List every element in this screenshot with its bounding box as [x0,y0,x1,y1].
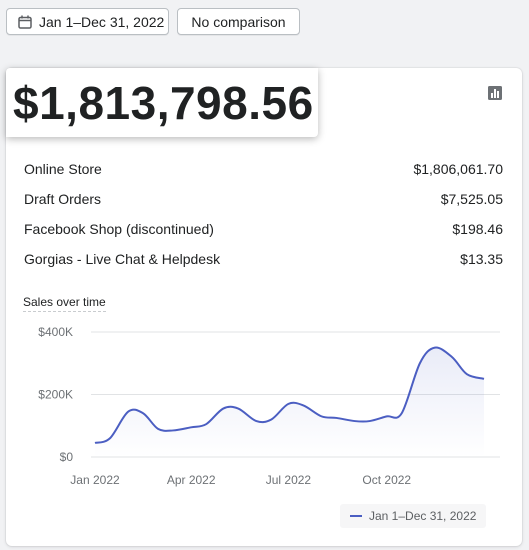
comparison-button[interactable]: No comparison [177,8,300,35]
chart-legend[interactable]: Jan 1–Dec 31, 2022 [340,504,486,528]
calendar-icon [18,15,32,29]
date-range-label: Jan 1–Dec 31, 2022 [39,13,165,30]
x-tick-label: Oct 2022 [362,473,411,487]
y-tick-label: $200K [38,388,73,402]
legend-label: Jan 1–Dec 31, 2022 [369,509,477,523]
x-tick-label: Jul 2022 [266,473,312,487]
x-tick-label: Jan 2022 [70,473,120,487]
legend-swatch [350,515,362,517]
y-tick-label: $400K [38,325,73,339]
comparison-label: No comparison [191,13,286,30]
x-tick-label: Apr 2022 [167,473,216,487]
sales-line-chart: $0 $200K $400K Jan 2022 Apr 2022 Jul 2022 Oct … [38,325,500,487]
date-range-button[interactable]: Jan 1–Dec 31, 2022 [6,8,169,35]
total-sales-card: $1,813,798.56 Online Store $1,806,061.70… [6,68,522,546]
series-area [95,347,484,457]
y-tick-label: $0 [60,450,74,464]
